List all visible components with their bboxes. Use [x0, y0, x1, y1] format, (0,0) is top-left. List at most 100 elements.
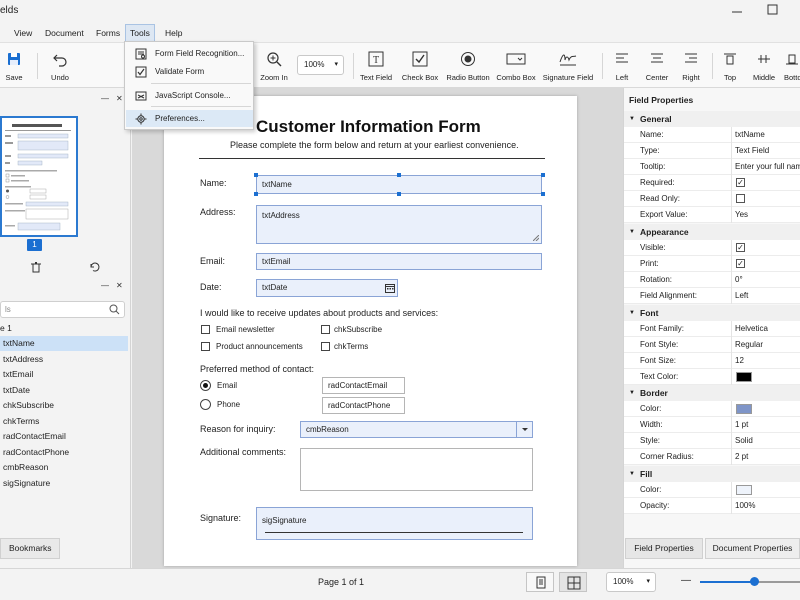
- chk-terms-field[interactable]: [321, 342, 330, 351]
- close-icon[interactable]: ✕: [116, 281, 123, 290]
- section-general[interactable]: ▼ General: [624, 111, 800, 127]
- panel-minimize-button[interactable]: —: [101, 94, 109, 103]
- newsletter-checkbox[interactable]: [201, 325, 210, 334]
- selection-handle[interactable]: [254, 192, 258, 196]
- menu-forms[interactable]: Forms: [92, 24, 124, 42]
- prop-border-style[interactable]: Style: Solid: [624, 433, 800, 449]
- bookmarks-tab[interactable]: Bookmarks: [0, 538, 60, 559]
- date-field[interactable]: txtDate: [256, 279, 398, 297]
- rotate-icon[interactable]: [89, 261, 101, 273]
- read-only-checkbox[interactable]: [736, 194, 745, 203]
- single-page-view-button[interactable]: [526, 572, 554, 592]
- calendar-icon[interactable]: [385, 283, 395, 293]
- field-list-item[interactable]: chkTerms: [0, 414, 128, 429]
- menu-view[interactable]: View: [10, 24, 36, 42]
- zoom-slider-thumb[interactable]: [749, 577, 759, 586]
- field-list-item[interactable]: chkSubscribe: [0, 398, 128, 413]
- page-thumbnail[interactable]: [0, 116, 78, 237]
- text-field-button[interactable]: T Text Field: [358, 49, 394, 87]
- close-icon[interactable]: ✕: [116, 94, 123, 103]
- prop-visible[interactable]: Visible: ✓: [624, 240, 800, 256]
- signature-field[interactable]: sigSignature: [256, 507, 533, 540]
- prop-border-width[interactable]: Width: 1 pt: [624, 417, 800, 433]
- prop-corner-radius[interactable]: Corner Radius: 2 pt: [624, 449, 800, 465]
- prop-export-value[interactable]: Export Value: Yes: [624, 207, 800, 223]
- align-left-button[interactable]: Left: [610, 49, 634, 87]
- reason-combo[interactable]: cmbReason: [300, 421, 533, 438]
- rad-contact-email-field[interactable]: radContactEmail: [322, 377, 405, 394]
- tab-field-properties[interactable]: Field Properties: [625, 538, 703, 559]
- field-list-item[interactable]: txtName: [0, 336, 128, 351]
- align-bottom-button[interactable]: Botto: [784, 49, 800, 87]
- prop-text-color[interactable]: Text Color:: [624, 369, 800, 385]
- combo-box-button[interactable]: Combo Box: [496, 49, 536, 87]
- address-field[interactable]: txtAddress: [256, 205, 542, 244]
- trash-icon[interactable]: [30, 261, 42, 273]
- comments-field[interactable]: [300, 448, 533, 491]
- align-top-button[interactable]: Top: [718, 49, 742, 87]
- prop-read-only[interactable]: Read Only:: [624, 191, 800, 207]
- field-list-item[interactable]: radContactPhone: [0, 445, 128, 460]
- field-list-item[interactable]: radContactEmail: [0, 429, 128, 444]
- chk-subscribe-field[interactable]: [321, 325, 330, 334]
- zoom-in-button[interactable]: Zoom In: [258, 49, 290, 87]
- panel-minimize-button[interactable]: —: [101, 281, 109, 290]
- align-right-button[interactable]: Right: [679, 49, 703, 87]
- field-list-item[interactable]: sigSignature: [0, 476, 128, 491]
- grid-view-button[interactable]: [559, 572, 587, 592]
- selection-handle[interactable]: [254, 173, 258, 177]
- zoom-out-button[interactable]: —: [681, 575, 691, 586]
- reason-dropdown-button[interactable]: [516, 422, 532, 437]
- section-font[interactable]: ▼ Font: [624, 305, 800, 321]
- section-fill[interactable]: ▼ Fill: [624, 466, 800, 482]
- align-center-button[interactable]: Center: [642, 49, 672, 87]
- menu-validate-form[interactable]: Validate Form: [126, 63, 253, 80]
- check-box-button[interactable]: Check Box: [401, 49, 439, 87]
- field-list-item[interactable]: txtEmail: [0, 367, 128, 382]
- contact-email-radio[interactable]: [200, 380, 211, 391]
- contact-phone-radio[interactable]: [200, 399, 211, 410]
- prop-font-size[interactable]: Font Size: 12: [624, 353, 800, 369]
- prop-field-alignment[interactable]: Field Alignment: Left: [624, 288, 800, 304]
- maximize-button[interactable]: [757, 0, 797, 24]
- align-middle-button[interactable]: Middle: [750, 49, 778, 87]
- prop-tooltip[interactable]: Tooltip: Enter your full nam: [624, 159, 800, 175]
- prop-font-style[interactable]: Font Style: Regular: [624, 337, 800, 353]
- prop-border-color[interactable]: Color:: [624, 401, 800, 417]
- prop-font-family[interactable]: Font Family: Helvetica: [624, 321, 800, 337]
- field-list-item[interactable]: cmbReason: [0, 460, 128, 475]
- email-field[interactable]: txtEmail: [256, 253, 542, 270]
- text-color-swatch[interactable]: [736, 372, 752, 382]
- zoom-select[interactable]: 100% ▾: [297, 55, 344, 75]
- menu-help[interactable]: Help: [161, 24, 186, 42]
- field-list-item[interactable]: txtDate: [0, 383, 128, 398]
- selection-handle[interactable]: [541, 192, 545, 196]
- rad-contact-phone-field[interactable]: radContactPhone: [322, 397, 405, 414]
- undo-button[interactable]: Undo: [47, 49, 73, 87]
- prop-fill-color[interactable]: Color:: [624, 482, 800, 498]
- status-zoom-select[interactable]: 100% ▾: [606, 572, 656, 592]
- search-icon[interactable]: [109, 304, 120, 315]
- selection-handle[interactable]: [397, 192, 401, 196]
- prop-type[interactable]: Type: Text Field: [624, 143, 800, 159]
- save-button[interactable]: Save: [2, 49, 26, 87]
- tab-document-properties[interactable]: Document Properties: [705, 538, 800, 559]
- prop-opacity[interactable]: Opacity: 100%: [624, 498, 800, 514]
- menu-form-field-recognition[interactable]: Form Field Recognition...: [126, 45, 253, 62]
- menu-preferences[interactable]: Preferences...: [126, 110, 253, 127]
- tree-page-node[interactable]: e 1: [0, 323, 12, 333]
- menu-javascript-console[interactable]: JavaScript Console...: [126, 87, 253, 104]
- fill-color-swatch[interactable]: [736, 485, 752, 495]
- menu-document[interactable]: Document: [41, 24, 88, 42]
- prop-print[interactable]: Print: ✓: [624, 256, 800, 272]
- minimize-button[interactable]: [717, 0, 757, 24]
- selection-handle[interactable]: [541, 173, 545, 177]
- menu-tools[interactable]: Tools: [125, 24, 155, 42]
- required-checkbox[interactable]: ✓: [736, 178, 745, 187]
- prop-name[interactable]: Name: txtName: [624, 127, 800, 143]
- radio-button-button[interactable]: Radio Button: [445, 49, 491, 87]
- field-search-input[interactable]: ls: [0, 301, 125, 318]
- section-border[interactable]: ▼ Border: [624, 385, 800, 401]
- print-checkbox[interactable]: ✓: [736, 259, 745, 268]
- prop-rotation[interactable]: Rotation: 0°: [624, 272, 800, 288]
